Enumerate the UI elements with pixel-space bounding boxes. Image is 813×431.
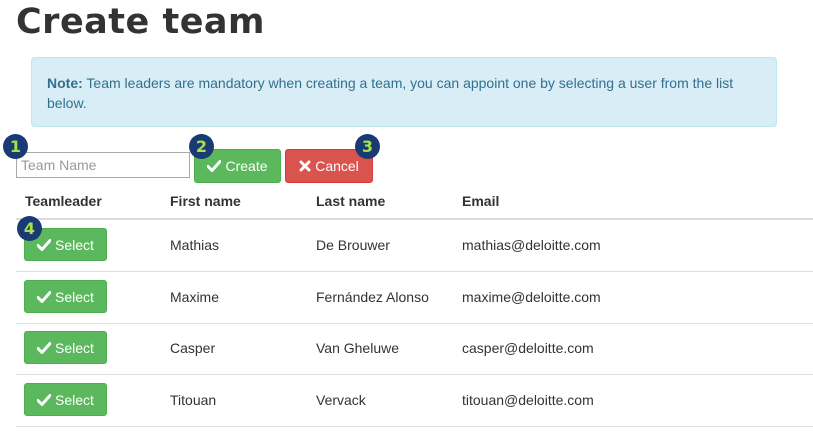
step-marker-4: 4 (17, 216, 42, 241)
check-icon (37, 290, 52, 303)
first-name-cell: Casper (170, 340, 216, 356)
table-row: Select Casper Van Gheluwe casper@deloitt… (16, 323, 813, 375)
header-first-name: First name (170, 193, 241, 209)
step-marker-2: 2 (189, 134, 214, 159)
email-cell: maxime@deloitte.com (462, 289, 601, 305)
table-row: Select Maxime Fernández Alonso maxime@de… (16, 272, 813, 324)
last-name-cell: Van Gheluwe (316, 340, 400, 356)
step-marker-3: 3 (355, 134, 380, 159)
check-icon (207, 160, 222, 172)
select-button-label: Select (55, 339, 94, 356)
check-icon (37, 341, 52, 354)
cross-icon (299, 160, 311, 172)
check-icon (37, 393, 52, 406)
select-button-label: Select (55, 236, 94, 253)
first-name-cell: Titouan (170, 392, 217, 408)
check-icon (37, 238, 52, 251)
table-header: Teamleader First name Last name Email (16, 182, 813, 220)
select-button[interactable]: Select (24, 280, 107, 313)
email-cell: casper@deloitte.com (462, 340, 594, 356)
table-row: Select Titouan Vervack titouan@deloitte.… (16, 375, 813, 427)
header-email: Email (462, 193, 500, 209)
last-name-cell: De Brouwer (316, 237, 390, 253)
header-teamleader: Teamleader (25, 193, 102, 209)
select-button[interactable]: Select (24, 331, 107, 364)
header-last-name: Last name (316, 193, 386, 209)
email-cell: mathias@deloitte.com (462, 237, 601, 253)
note-label: Note: (47, 75, 83, 91)
note-alert: Note: Team leaders are mandatory when cr… (31, 57, 777, 127)
select-button[interactable]: Select (24, 383, 107, 416)
last-name-cell: Vervack (316, 392, 366, 408)
team-name-input[interactable] (16, 152, 190, 178)
last-name-cell: Fernández Alonso (316, 289, 429, 305)
note-text: Team leaders are mandatory when creating… (47, 75, 734, 111)
select-button-label: Select (55, 288, 94, 305)
page-title: Create team (16, 2, 266, 42)
select-button-label: Select (55, 391, 94, 408)
email-cell: titouan@deloitte.com (462, 392, 594, 408)
first-name-cell: Maxime (170, 289, 220, 305)
table-row: Select Mathias De Brouwer mathias@deloit… (16, 220, 813, 272)
create-button-label: Create (225, 158, 268, 174)
step-marker-1: 1 (3, 134, 28, 159)
cancel-button-label: Cancel (315, 158, 359, 174)
first-name-cell: Mathias (170, 237, 220, 253)
